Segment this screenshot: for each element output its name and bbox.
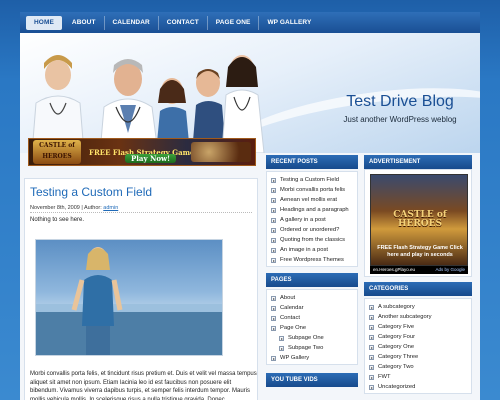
arrow-bullet-icon	[271, 237, 276, 243]
game-banner-ad[interactable]: CASTLE of HEROES FREE Flash Strategy Gam…	[28, 138, 256, 166]
recent-post-link[interactable]: A gallery in a post	[267, 215, 357, 225]
recent-post-link[interactable]: Aenean vel mollis erat	[267, 195, 357, 205]
advertisement-heading: Advertisement	[364, 155, 472, 169]
arrow-bullet-icon	[369, 374, 374, 380]
header-doctors-image	[31, 55, 265, 153]
category-link[interactable]: FWT	[365, 372, 471, 382]
arrow-bullet-icon	[279, 335, 284, 341]
arrow-bullet-icon	[271, 247, 276, 253]
post-image	[35, 239, 223, 356]
castle-heroes-ad[interactable]: CASTLE of HEROES FREE Flash Strategy Gam…	[370, 174, 468, 274]
nav-wp-gallery[interactable]: WP GALLERY	[259, 16, 319, 30]
arrow-bullet-icon	[271, 325, 276, 331]
nav-page-one[interactable]: PAGE ONE	[208, 15, 260, 30]
recent-post-link[interactable]: Testing a Custom Field	[267, 175, 357, 185]
nav-home[interactable]: HOME	[26, 15, 62, 30]
recent-posts-list: Testing a Custom Field Morbi convallis p…	[266, 171, 358, 267]
ad-source[interactable]: en.Heroes.gPlayo.eu	[373, 266, 415, 274]
recent-post-link[interactable]: Morbi convallis porta felis	[267, 185, 357, 195]
pages-heading: Pages	[266, 273, 358, 287]
blog-tagline: Just another WordPress weblog	[343, 115, 457, 124]
arrow-bullet-icon	[369, 334, 374, 340]
recent-posts-heading: Recent Posts	[266, 155, 358, 169]
arrow-bullet-icon	[369, 314, 374, 320]
arrow-bullet-icon	[271, 315, 276, 321]
ad-title: CASTLE of HEROES	[393, 210, 447, 229]
category-link[interactable]: Category Two	[365, 362, 471, 372]
nav-about[interactable]: ABOUT	[64, 15, 105, 30]
pages-list: About Calendar Contact Page One Subpage …	[266, 289, 358, 365]
recent-post-link[interactable]: Ordered or unordered?	[267, 225, 357, 235]
recent-post-link[interactable]: An image in a post	[267, 245, 357, 255]
nav-calendar[interactable]: CALENDAR	[105, 15, 159, 30]
post-title[interactable]: Testing a Custom Field	[30, 185, 152, 199]
subpage-link[interactable]: Subpage One	[267, 333, 357, 343]
arrow-bullet-icon	[369, 344, 374, 350]
arrow-bullet-icon	[271, 217, 276, 223]
arrow-bullet-icon	[271, 295, 276, 301]
arrow-bullet-icon	[271, 197, 276, 203]
arrow-bullet-icon	[369, 384, 374, 390]
recent-post-link[interactable]: Headings and a paragraph	[267, 205, 357, 215]
banner-logo: CASTLE of HEROES	[33, 140, 81, 164]
arrow-bullet-icon	[369, 364, 374, 370]
arrow-bullet-icon	[271, 227, 276, 233]
page-link[interactable]: Calendar	[267, 303, 357, 313]
subpage-link[interactable]: Subpage Two	[267, 343, 357, 353]
categories-list: A subcategory Another subcategory Catego…	[364, 298, 472, 394]
page-link[interactable]: About	[267, 293, 357, 303]
post-meta: November 8th, 2009 | Author: admin	[30, 205, 118, 211]
category-link[interactable]: Another subcategory	[365, 312, 471, 322]
blog-title[interactable]: Test Drive Blog	[310, 93, 480, 111]
post-excerpt: Nothing to see here.	[30, 217, 85, 223]
category-link[interactable]: Category One	[365, 342, 471, 352]
page-link[interactable]: Page One	[267, 323, 357, 333]
post-body: Morbi convallis porta felis, et tincidun…	[30, 371, 257, 400]
arrow-bullet-icon	[271, 177, 276, 183]
category-link[interactable]: Uncategorized	[365, 382, 471, 392]
recent-post-link[interactable]: Free Wordpress Themes	[267, 255, 357, 265]
category-link[interactable]: Category Five	[365, 322, 471, 332]
youtube-heading: You Tube Vids	[266, 373, 358, 387]
ad-tagline: FREE Flash Strategy Game Click here and …	[377, 245, 463, 258]
woman-beach-illustration	[36, 247, 222, 355]
page-link[interactable]: Contact	[267, 313, 357, 323]
banner-art	[191, 142, 251, 162]
page-link[interactable]: WP Gallery	[267, 353, 357, 363]
arrow-bullet-icon	[369, 304, 374, 310]
arrow-bullet-icon	[279, 345, 284, 351]
post-divider	[30, 212, 252, 213]
category-link[interactable]: Category Three	[365, 352, 471, 362]
site-header: Test Drive Blog Just another WordPress w…	[20, 33, 480, 153]
arrow-bullet-icon	[271, 355, 276, 361]
category-link[interactable]: A subcategory	[365, 302, 471, 312]
post-date: November 8th, 2009 | Author:	[30, 205, 104, 211]
recent-post-link[interactable]: Quoting from the classics	[267, 235, 357, 245]
arrow-bullet-icon	[271, 305, 276, 311]
arrow-bullet-icon	[369, 324, 374, 330]
banner-play-button[interactable]: Play Now!	[125, 154, 177, 163]
top-nav: HOME ABOUT CALENDAR CONTACT PAGE ONE WP …	[20, 12, 480, 33]
arrow-bullet-icon	[271, 187, 276, 193]
post-author-link[interactable]: admin	[103, 205, 118, 211]
nav-contact[interactable]: CONTACT	[159, 15, 208, 30]
ads-by-google-link[interactable]: Ads by Google	[435, 266, 465, 274]
arrow-bullet-icon	[369, 354, 374, 360]
main-post: Testing a Custom Field November 8th, 200…	[24, 178, 258, 400]
arrow-bullet-icon	[271, 257, 276, 263]
ad-image: CASTLE of HEROES FREE Flash Strategy Gam…	[370, 174, 468, 266]
ad-footer: en.Heroes.gPlayo.eu Ads by Google	[370, 266, 468, 274]
arrow-bullet-icon	[271, 207, 276, 213]
categories-heading: Categories	[364, 282, 472, 296]
category-link[interactable]: Category Four	[365, 332, 471, 342]
